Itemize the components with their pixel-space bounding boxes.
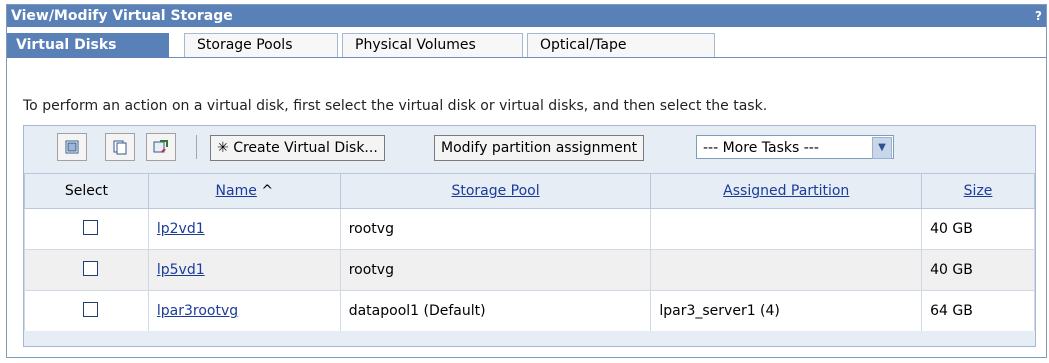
row-checkbox[interactable] [82,301,98,317]
more-tasks-value: --- More Tasks --- [703,140,819,156]
modify-partition-assignment-label: Modify partition assignment [441,140,638,156]
row-select-cell [24,290,149,332]
tab-physical-volumes[interactable]: Physical Volumes [342,33,523,57]
table-row: lp2vd1 rootvg 40 GB [24,208,1035,250]
tab-strip: Virtual Disks Storage Pools Physical Vol… [7,27,1046,58]
name-cell: lp5vd1 [147,249,341,291]
table-footer-bar [24,331,1035,345]
help-icon[interactable]: ? [1035,5,1042,27]
assigned-partition-sort-link[interactable]: Assigned Partition [723,183,849,199]
select-column-header: Select [24,173,149,209]
row-select-cell [24,249,149,291]
table-toolbar: ✳ Create Virtual Disk... Modify partitio… [24,126,1035,173]
storage-pool-cell: rootvg [339,249,652,291]
virtual-disk-link[interactable]: lp5vd1 [157,262,205,278]
refresh-icon[interactable] [146,133,176,161]
virtual-disk-link[interactable]: lp2vd1 [157,221,205,237]
table-row: lp5vd1 rootvg 40 GB [24,249,1035,291]
instruction-text: To perform an action on a virtual disk, … [23,98,768,114]
create-virtual-disk-label: Create Virtual Disk... [233,140,378,156]
window-title: View/Modify Virtual Storage [11,8,233,24]
select-all-icon[interactable] [57,133,87,161]
deselect-all-icon[interactable] [105,133,135,161]
row-checkbox[interactable] [82,219,98,235]
virtual-disks-table: Select Name ^ Storage Pool Assigned Part… [24,173,1035,332]
row-select-cell [24,208,149,250]
create-virtual-disk-button[interactable]: ✳ Create Virtual Disk... [210,135,385,161]
table-row: lpar3rootvg datapool1 (Default) lpar3_se… [24,290,1035,332]
name-sort-link[interactable]: Name [216,183,257,199]
tab-physical-volumes-label: Physical Volumes [355,37,476,53]
name-cell: lp2vd1 [147,208,341,250]
storage-pool-column-header[interactable]: Storage Pool [339,173,652,209]
tab-virtual-disks[interactable]: Virtual Disks [7,33,169,58]
virtual-disk-link[interactable]: lpar3rootvg [157,303,238,319]
size-sort-link[interactable]: Size [964,183,993,199]
name-cell: lpar3rootvg [147,290,341,332]
tab-storage-pools[interactable]: Storage Pools [184,33,338,57]
assigned-partition-cell [650,249,923,291]
size-cell: 40 GB [921,249,1035,291]
select-header-label: Select [64,183,109,199]
size-column-header[interactable]: Size [921,173,1035,209]
more-tasks-select[interactable]: --- More Tasks --- ▼ [696,135,894,159]
assigned-partition-column-header[interactable]: Assigned Partition [650,173,923,209]
chevron-down-icon[interactable]: ▼ [872,137,892,159]
storage-pool-cell: datapool1 (Default) [339,290,652,332]
size-cell: 40 GB [921,208,1035,250]
storage-pool-cell: rootvg [339,208,652,250]
virtual-disks-panel: ✳ Create Virtual Disk... Modify partitio… [23,125,1036,347]
assigned-partition-cell: lpar3_server1 (4) [650,290,923,332]
sort-ascending-icon: ^ [261,183,274,199]
name-column-header[interactable]: Name ^ [147,173,341,209]
modify-partition-assignment-button[interactable]: Modify partition assignment [434,135,645,161]
tab-optical-tape[interactable]: Optical/Tape [527,33,715,57]
table-header-row: Select Name ^ Storage Pool Assigned Part… [24,173,1035,209]
assigned-partition-cell [650,208,923,250]
size-cell: 64 GB [921,290,1035,332]
storage-pool-sort-link[interactable]: Storage Pool [451,183,539,199]
asterisk-icon: ✳ [217,140,234,156]
tab-optical-tape-label: Optical/Tape [540,37,627,53]
toolbar-separator [196,135,197,159]
row-checkbox[interactable] [82,260,98,276]
tab-storage-pools-label: Storage Pools [197,37,293,53]
tab-virtual-disks-label: Virtual Disks [16,37,117,53]
window-title-bar: View/Modify Virtual Storage ? [7,5,1046,27]
